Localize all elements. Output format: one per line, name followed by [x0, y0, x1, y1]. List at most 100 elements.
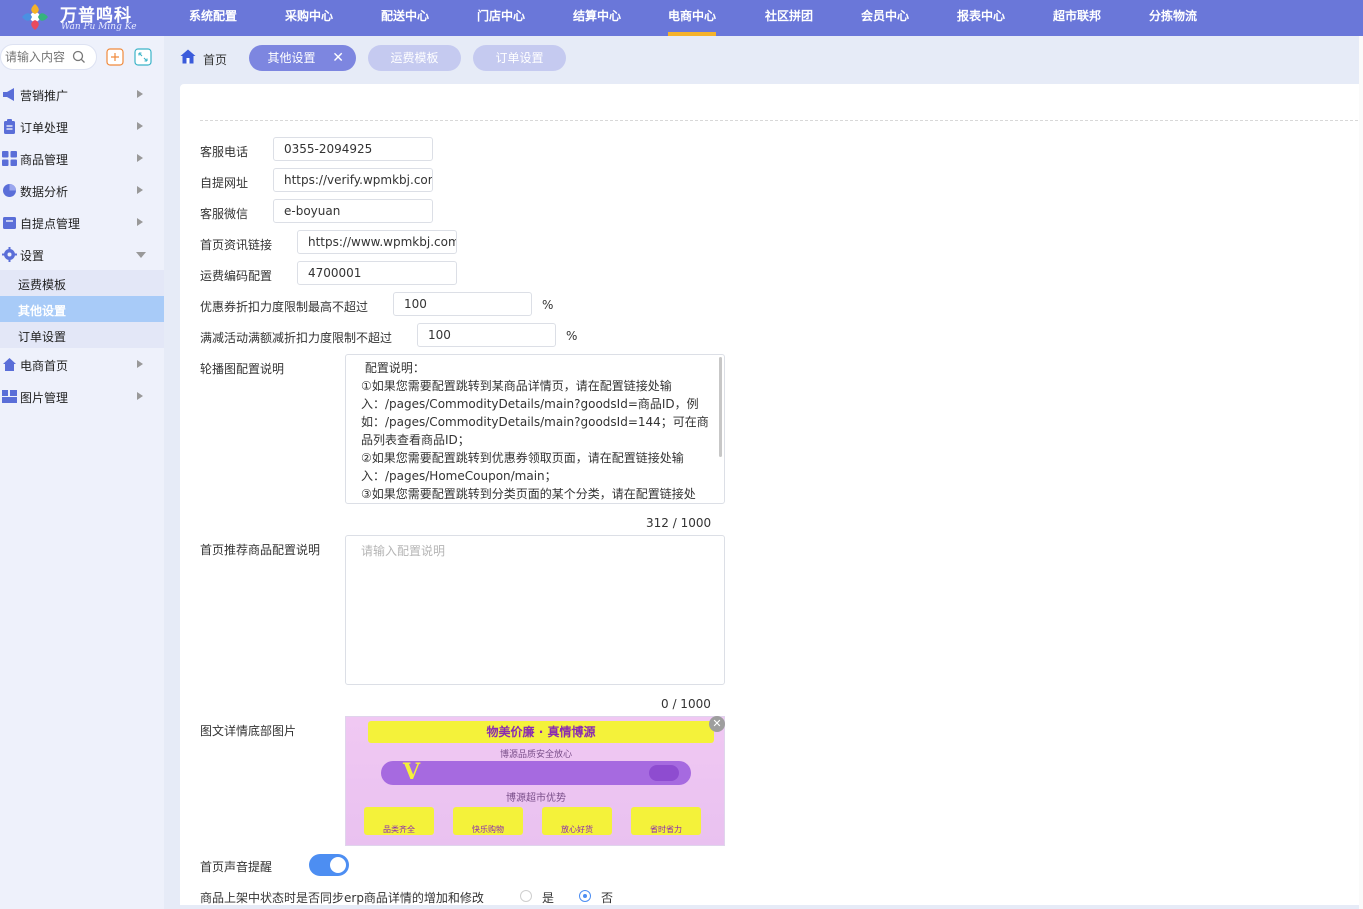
banner-title: 物美价廉 · 真情博源 — [368, 721, 714, 743]
remove-image-icon[interactable]: ✕ — [709, 716, 725, 732]
recommend-desc-counter: 0 / 1000 — [661, 697, 711, 711]
carousel-desc-textarea[interactable]: 配置说明： ①如果您需要配置跳转到某商品详情页，请在配置链接处输 入：/page… — [345, 354, 725, 504]
tab-order-settings[interactable]: 订单设置 — [473, 45, 566, 71]
feature-label: 放心好货 — [561, 825, 593, 834]
freight-code-input[interactable]: 4700001 — [297, 261, 457, 285]
feature-label: 省时省力 — [650, 825, 682, 834]
discount-limit-input[interactable]: 100 — [417, 323, 556, 347]
go-button-icon — [649, 765, 679, 781]
coupon-limit-input[interactable]: 100 — [393, 292, 532, 316]
sidebar-item-label: 营销推广 — [20, 89, 69, 103]
nav-store-center[interactable]: 门店中心 — [469, 0, 533, 36]
home-icon — [3, 358, 16, 371]
sidebar-item-label: 数据分析 — [20, 185, 69, 199]
erp-sync-yes-radio[interactable] — [520, 890, 532, 902]
sidebar-item-marketing[interactable]: 营销推广 — [0, 78, 164, 110]
toggle-knob — [330, 857, 346, 873]
service-phone-label: 客服电话 — [200, 145, 249, 159]
news-link-label: 首页资讯链接 — [200, 238, 273, 252]
nav-purchase-center[interactable]: 采购中心 — [277, 0, 341, 36]
freight-code-label: 运费编码配置 — [200, 269, 273, 283]
discount-limit-unit: % — [566, 329, 578, 343]
tab-home-label: 首页 — [203, 53, 228, 67]
textarea-line: ②如果您需要配置跳转到优惠券领取页面，请在配置链接处输 — [361, 451, 684, 465]
sidebar-item-label: 自提点管理 — [20, 217, 81, 231]
pickup-url-label: 自提网址 — [200, 176, 249, 190]
textarea-line: 入：/pages/CommodityDetails/main?goodsId=商… — [361, 397, 699, 411]
nav-system-config[interactable]: 系统配置 — [181, 0, 245, 36]
expand-icon[interactable] — [134, 48, 152, 66]
textarea-line: ③如果您需要配置跳转到分类页面的某个分类，请在配置链接处 — [361, 487, 696, 501]
sidebar-search — [0, 44, 97, 70]
bottom-image-preview[interactable]: 物美价廉 · 真情博源 博源品质安全放心 V 博源超市优势 品类齐全 快乐购物 … — [345, 716, 725, 846]
home-icon — [180, 49, 196, 64]
search-icon[interactable] — [72, 50, 86, 64]
nav-supermarket-federation[interactable]: 超市联邦 — [1045, 0, 1109, 36]
megaphone-icon — [3, 88, 14, 101]
chevron-right-icon — [137, 360, 143, 368]
checkmark-icon: V — [403, 759, 421, 785]
page-scrollbar[interactable] — [1359, 36, 1363, 909]
settings-panel: 客服电话 0355-2094925 自提网址 https://verify.wp… — [180, 84, 1363, 905]
sidebar-subitem-freight-template[interactable]: 运费模板 — [0, 270, 164, 296]
discount-limit-label: 满减活动满额减折扣力度限制不超过 — [200, 331, 393, 345]
grid-icon — [2, 151, 17, 166]
service-phone-input[interactable]: 0355-2094925 — [273, 137, 433, 161]
erp-sync-no-label: 否 — [601, 891, 614, 905]
tab-other-settings[interactable]: 其他设置 ✕ — [249, 45, 356, 71]
divider — [200, 120, 1363, 121]
nav-settlement-center[interactable]: 结算中心 — [565, 0, 629, 36]
carousel-desc-counter: 312 / 1000 — [646, 516, 712, 530]
pie-chart-icon — [3, 184, 16, 197]
pickup-url-input[interactable]: https://verify.wpmkbj.com — [273, 168, 433, 192]
feature-card: 快乐购物 — [453, 807, 523, 835]
sidebar-item-label: 订单处理 — [20, 121, 69, 135]
chevron-right-icon — [137, 154, 143, 162]
chevron-right-icon — [137, 90, 143, 98]
news-link-input[interactable]: https://www.wpmkbj.com — [297, 230, 457, 254]
sidebar-item-label: 图片管理 — [20, 391, 69, 405]
recommend-desc-textarea[interactable]: 请输入配置说明 — [345, 535, 725, 685]
collapse-icon[interactable] — [106, 48, 124, 66]
service-wechat-input[interactable]: e-boyuan — [273, 199, 433, 223]
textarea-scrollbar[interactable] — [719, 357, 722, 457]
sidebar-item-products[interactable]: 商品管理 — [0, 142, 164, 174]
nav-community-group[interactable]: 社区拼团 — [757, 0, 821, 36]
brand-logo[interactable]: 万普鸣科 Wan Pu Ming Ke — [14, 0, 164, 36]
sidebar-item-analytics[interactable]: 数据分析 — [0, 174, 164, 206]
close-icon[interactable]: ✕ — [332, 45, 344, 71]
top-nav-bar: 万普鸣科 Wan Pu Ming Ke 系统配置 采购中心 配送中心 门店中心 … — [0, 0, 1363, 36]
erp-sync-no-radio[interactable] — [579, 890, 591, 902]
sidebar-item-label: 商品管理 — [20, 153, 69, 167]
sidebar-item-orders[interactable]: 订单处理 — [0, 110, 164, 142]
sidebar-subitem-other-settings[interactable]: 其他设置 — [0, 296, 164, 322]
service-wechat-label: 客服微信 — [200, 207, 249, 221]
recommend-desc-label: 首页推荐商品配置说明 — [200, 543, 321, 557]
nav-sorting-logistics[interactable]: 分拣物流 — [1141, 0, 1205, 36]
sidebar-item-ecommerce-home[interactable]: 电商首页 — [0, 348, 164, 380]
nav-delivery-center[interactable]: 配送中心 — [373, 0, 437, 36]
tab-freight-template[interactable]: 运费模板 — [368, 45, 461, 71]
tab-label: 订单设置 — [495, 51, 544, 65]
sound-alert-toggle[interactable] — [309, 854, 349, 876]
feature-card: 品类齐全 — [364, 807, 434, 835]
sidebar-item-pickup-points[interactable]: 自提点管理 — [0, 206, 164, 238]
textarea-placeholder: 请输入配置说明 — [361, 544, 446, 558]
nav-ecommerce-center[interactable]: 电商中心 — [668, 0, 716, 36]
nav-member-center[interactable]: 会员中心 — [853, 0, 917, 36]
sidebar-subitem-order-settings[interactable]: 订单设置 — [0, 322, 164, 348]
nav-report-center[interactable]: 报表中心 — [949, 0, 1013, 36]
sidebar-item-settings[interactable]: 设置 — [0, 238, 164, 270]
erp-sync-yes-label: 是 — [542, 891, 555, 905]
brand-name-en: Wan Pu Ming Ke — [61, 22, 137, 32]
tab-label: 运费模板 — [390, 51, 439, 65]
chevron-right-icon — [137, 218, 143, 226]
feature-label: 快乐购物 — [472, 825, 504, 834]
chevron-right-icon — [137, 392, 143, 400]
textarea-line: 配置说明： — [361, 361, 425, 375]
search-input[interactable] — [5, 49, 69, 65]
sidebar: 营销推广 订单处理 商品管理 数据分析 自提点管理 设置 运费模板 其他设置 订… — [0, 36, 164, 909]
chevron-right-icon — [137, 122, 143, 130]
sidebar-item-image-management[interactable]: 图片管理 — [0, 380, 164, 412]
chevron-right-icon — [137, 186, 143, 194]
